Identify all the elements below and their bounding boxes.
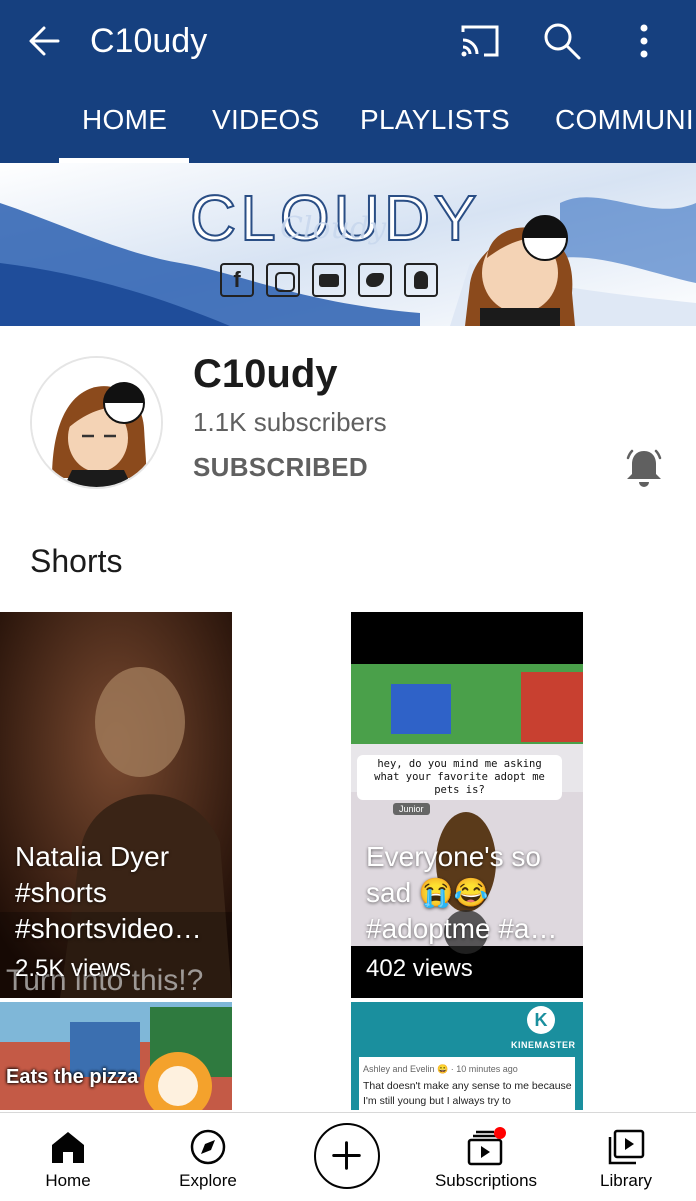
nav-explore-label: Explore bbox=[179, 1171, 237, 1190]
channel-tabs: HOME VIDEOS PLAYLISTS COMMUNI bbox=[0, 82, 696, 163]
short-thumbnail-3 bbox=[0, 1002, 232, 1110]
header-row: C10udy bbox=[0, 0, 696, 82]
more-vert-icon[interactable] bbox=[624, 20, 664, 62]
facebook-icon: f bbox=[220, 263, 254, 297]
short-views-1: 2.5K views bbox=[15, 955, 132, 982]
tab-videos[interactable]: VIDEOS bbox=[212, 104, 320, 136]
shorts-section-title: Shorts bbox=[30, 543, 123, 579]
channel-banner: CLOUDY Cloudy f bbox=[0, 163, 696, 326]
bell-icon[interactable] bbox=[622, 446, 666, 490]
arrow-left-icon[interactable] bbox=[24, 20, 66, 62]
short-views-2: 402 views bbox=[366, 955, 473, 982]
subscriber-count: 1.1K subscribers bbox=[193, 407, 387, 437]
channel-name: C10udy bbox=[193, 352, 338, 396]
short-chat-bubble-2: hey, do you mind me asking what your fav… bbox=[357, 755, 562, 800]
nav-library[interactable]: Library bbox=[576, 1113, 676, 1201]
twitter-icon bbox=[358, 263, 392, 297]
nav-subscriptions[interactable]: Subscriptions bbox=[426, 1113, 546, 1201]
short-chat-text-4: That doesn't make any sense to me becaus… bbox=[363, 1080, 572, 1107]
cast-icon[interactable] bbox=[459, 22, 501, 60]
search-icon[interactable] bbox=[541, 20, 583, 62]
app-header: C10udy HOME VIDEOS PLAYLISTS COMMUNI bbox=[0, 0, 696, 163]
subscriptions-icon bbox=[467, 1127, 506, 1166]
create-button[interactable] bbox=[314, 1123, 380, 1189]
subscribed-button[interactable]: SUBSCRIBED bbox=[193, 452, 368, 483]
snapchat-icon bbox=[404, 263, 438, 297]
short-title-2: Everyone's so sad 😭😂 #adoptme #a… bbox=[366, 841, 558, 944]
create-plus-icon bbox=[332, 1141, 361, 1170]
short-card-2[interactable]: hey, do you mind me asking what your fav… bbox=[351, 612, 583, 998]
bottom-navigation: Home Explore Subscriptions Library bbox=[0, 1112, 696, 1201]
short-chat-text-2: hey, do you mind me asking what your fav… bbox=[374, 758, 545, 796]
short-brand-4: KINEMASTER bbox=[511, 1040, 576, 1050]
home-icon bbox=[52, 1132, 84, 1163]
short-title-1: Natalia Dyer #shorts #shortsvideo… bbox=[15, 841, 202, 944]
library-icon bbox=[608, 1129, 645, 1165]
channel-avatar[interactable] bbox=[30, 356, 163, 489]
short-card-3[interactable]: Eats the pizza bbox=[0, 1002, 232, 1110]
short-overlay-text-3: Eats the pizza bbox=[6, 1066, 139, 1088]
instagram-icon bbox=[266, 263, 300, 297]
youtube-icon bbox=[312, 263, 346, 297]
channel-title: C10udy bbox=[90, 22, 208, 60]
nav-home-label: Home bbox=[45, 1171, 91, 1190]
short-card-4[interactable]: K KINEMASTER Ashley and Evelin 😀 · 10 mi… bbox=[351, 1002, 583, 1110]
nav-library-label: Library bbox=[600, 1171, 652, 1190]
banner-social-row: f bbox=[220, 263, 438, 299]
tab-playlists[interactable]: PLAYLISTS bbox=[360, 104, 510, 136]
kinemaster-logo-icon: K bbox=[534, 1010, 548, 1030]
nav-subscriptions-label: Subscriptions bbox=[434, 1171, 538, 1190]
nav-home[interactable]: Home bbox=[18, 1113, 118, 1201]
short-name-tag-2: Junior bbox=[393, 803, 430, 815]
compass-icon bbox=[190, 1129, 226, 1165]
avatar-art bbox=[32, 358, 161, 487]
short-card-1[interactable]: Turn into this!? Natalia Dyer #shorts #s… bbox=[0, 612, 232, 998]
tab-community[interactable]: COMMUNI bbox=[555, 104, 694, 136]
tab-home[interactable]: HOME bbox=[82, 104, 167, 136]
nav-explore[interactable]: Explore bbox=[158, 1113, 258, 1201]
banner-script: Cloudy bbox=[280, 211, 387, 246]
short-chat-header-4: Ashley and Evelin 😀 · 10 minutes ago bbox=[363, 1064, 518, 1074]
